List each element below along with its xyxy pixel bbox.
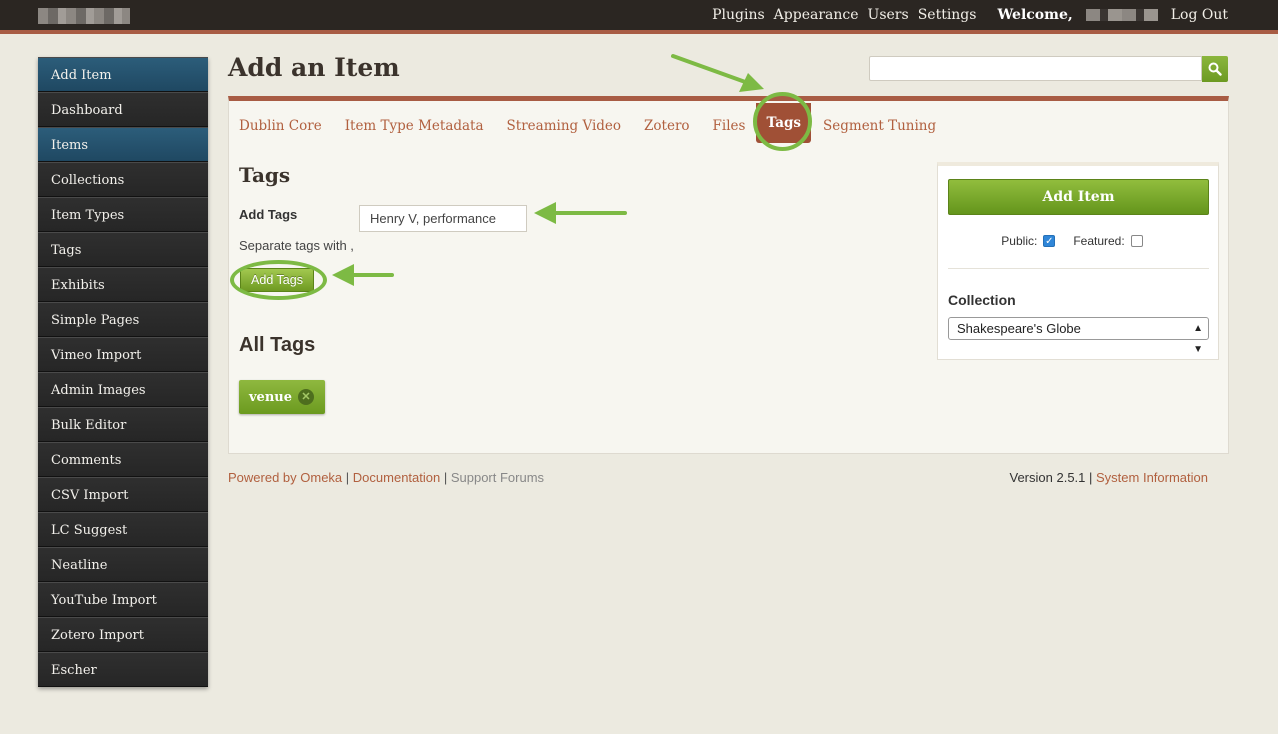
tags-tab-highlight-circle (753, 92, 812, 151)
documentation-link[interactable]: Documentation (353, 470, 440, 485)
nav-users[interactable]: Users (868, 7, 909, 23)
tab-streaming-video[interactable]: Streaming Video (507, 118, 622, 134)
version-text: Version 2.5.1 (1009, 470, 1086, 485)
visibility-flags: Public: ✓ Featured: (938, 234, 1218, 248)
footer-version: Version 2.5.1 | System Information (1009, 470, 1209, 485)
sidebar-item-admin-images[interactable]: Admin Images (38, 372, 208, 407)
tab-files[interactable]: Files (713, 118, 746, 134)
system-information-link[interactable]: System Information (1096, 470, 1208, 485)
save-panel: Add Item Public: ✓ Featured: Collection … (937, 162, 1219, 360)
sidebar-item-collections[interactable]: Collections (38, 162, 208, 197)
separator-note: Separate tags with , (239, 238, 354, 253)
sidebar-item-zotero-import[interactable]: Zotero Import (38, 617, 208, 652)
arrow-to-tags-tab (671, 54, 764, 92)
sidebar-item-item-types[interactable]: Item Types (38, 197, 208, 232)
collection-selected-value: Shakespeare's Globe (957, 321, 1081, 336)
support-forums-link[interactable]: Support Forums (451, 470, 544, 485)
top-nav: Plugins Appearance Users Settings Welcom… (712, 0, 1228, 30)
footer-links: Powered by Omeka | Documentation | Suppo… (228, 470, 545, 485)
sidebar-item-lc-suggest[interactable]: LC Suggest (38, 512, 208, 547)
tags-input[interactable] (359, 205, 527, 232)
tab-dublin-core[interactable]: Dublin Core (239, 118, 322, 134)
public-label: Public: (1001, 234, 1038, 248)
sidebar-item-exhibits[interactable]: Exhibits (38, 267, 208, 302)
public-checkbox[interactable]: ✓ (1043, 235, 1056, 247)
welcome-text: Welcome, (997, 7, 1073, 23)
select-arrows-icon: ▲ ▼ (1193, 323, 1203, 355)
collection-select[interactable]: Shakespeare's Globe ▲ ▼ (948, 317, 1209, 355)
search-icon (1208, 62, 1222, 76)
divider (948, 268, 1209, 269)
sidebar-item-bulk-editor[interactable]: Bulk Editor (38, 407, 208, 442)
item-edit-panel: Dublin Core Item Type Metadata Streaming… (228, 92, 1229, 454)
add-tags-label: Add Tags (239, 207, 298, 222)
search-input[interactable] (869, 56, 1202, 81)
sidebar-item-neatline[interactable]: Neatline (38, 547, 208, 582)
username-redacted[interactable] (1085, 9, 1158, 21)
add-item-button[interactable]: Add Item (948, 179, 1209, 215)
tab-item-type-metadata[interactable]: Item Type Metadata (345, 118, 484, 134)
nav-settings[interactable]: Settings (918, 7, 977, 23)
featured-checkbox[interactable] (1130, 235, 1143, 247)
sidebar-item-csv-import[interactable]: CSV Import (38, 477, 208, 512)
sidebar-item-vimeo-import[interactable]: Vimeo Import (38, 337, 208, 372)
tab-zotero[interactable]: Zotero (644, 118, 690, 134)
sidebar-item-tags[interactable]: Tags (38, 232, 208, 267)
sidebar-item-add-item[interactable]: Add Item (38, 57, 208, 92)
featured-label: Featured: (1073, 234, 1125, 248)
remove-tag-icon[interactable]: ✕ (298, 389, 314, 405)
sidebar-item-dashboard[interactable]: Dashboard (38, 92, 208, 127)
powered-by-link[interactable]: Powered by Omeka (228, 470, 342, 485)
site-title-redacted[interactable] (38, 8, 130, 24)
collection-label: Collection (948, 292, 1016, 308)
nav-appearance[interactable]: Appearance (774, 7, 859, 23)
section-tabs: Dublin Core Item Type Metadata Streaming… (239, 103, 959, 143)
tag-label: venue (249, 389, 292, 405)
sidebar-item-comments[interactable]: Comments (38, 442, 208, 477)
search-button[interactable] (1202, 56, 1228, 82)
add-tags-highlight-circle (230, 260, 327, 300)
all-tags-title: All Tags (239, 334, 316, 356)
page-title: Add an Item (228, 53, 400, 82)
sidebar-item-youtube-import[interactable]: YouTube Import (38, 582, 208, 617)
sidebar: Add Item Dashboard Items Collections Ite… (38, 57, 208, 687)
tag-chip: venue ✕ (239, 380, 325, 414)
sidebar-item-escher[interactable]: Escher (38, 652, 208, 687)
tab-segment-tuning[interactable]: Segment Tuning (823, 118, 936, 134)
sidebar-item-items[interactable]: Items (38, 127, 208, 162)
tags-section-title: Tags (239, 163, 291, 187)
nav-plugins[interactable]: Plugins (712, 7, 765, 23)
top-bar: Plugins Appearance Users Settings Welcom… (0, 0, 1278, 34)
logout-link[interactable]: Log Out (1171, 7, 1228, 23)
sidebar-item-simple-pages[interactable]: Simple Pages (38, 302, 208, 337)
